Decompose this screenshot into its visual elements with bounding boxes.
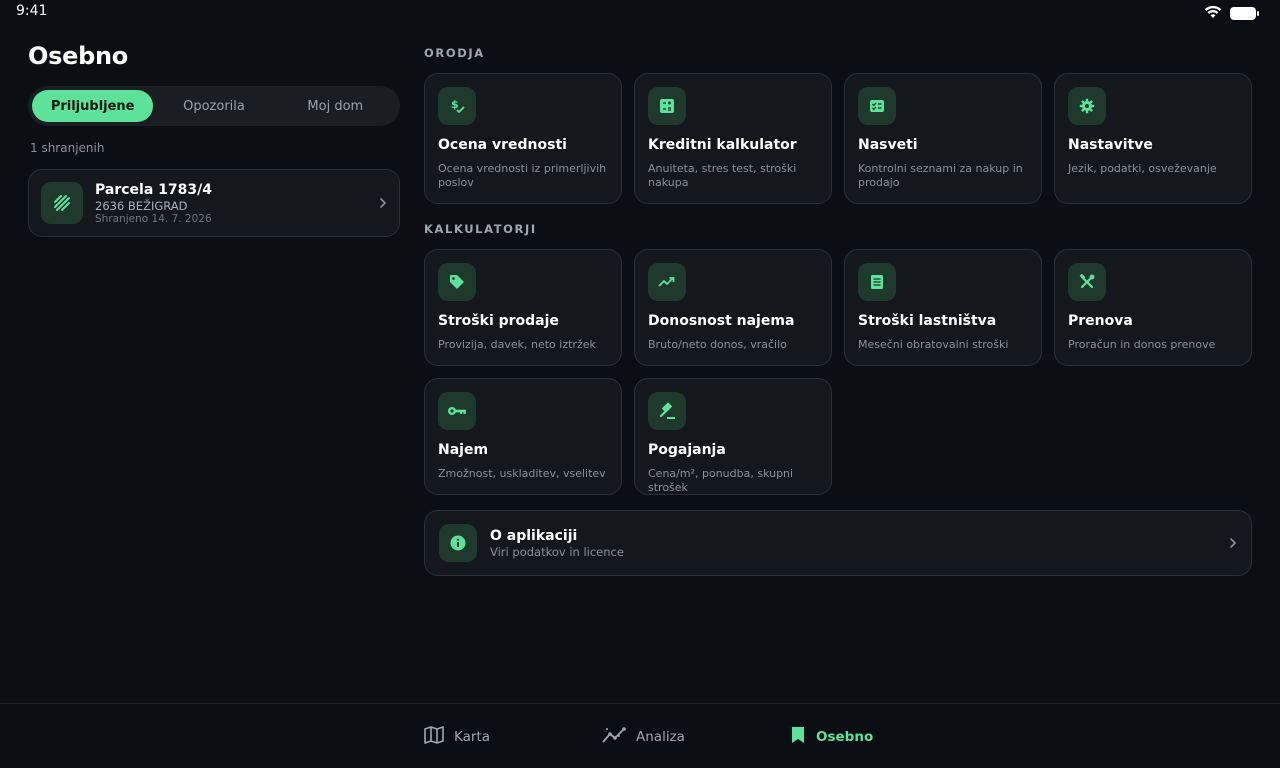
segmented-control: Priljubljene Opozorila Moj dom — [28, 86, 400, 126]
card-title: Donosnost najema — [648, 313, 795, 329]
card-title: Stroški lastništva — [858, 313, 997, 329]
calc-card-stroski-lastnistva[interactable]: Stroški lastništva Mesečni obratovalni s… — [844, 249, 1042, 366]
card-desc: Provizija, davek, neto iztržek — [438, 338, 596, 351]
saved-item[interactable]: Parcela 1783/4 2636 BEŽIGRAD Shranjeno 1… — [28, 169, 400, 237]
card-desc: Jezik, podatki, osveževanje — [1068, 162, 1217, 175]
tag-icon — [438, 263, 476, 301]
card-desc: Ocena vrednosti iz primerljivih poslov — [438, 162, 607, 189]
status-bar: 9:41 — [0, 0, 1280, 24]
calc-card-najem[interactable]: Najem Zmožnost, uskladitev, vselitev — [424, 378, 622, 495]
about-text: O aplikaciji Viri podatkov in licence — [490, 528, 1229, 559]
section-label-tools: ORODJA — [424, 46, 485, 60]
tool-card-kreditni-kalkulator[interactable]: Kreditni kalkulator Anuiteta, stres test… — [634, 73, 832, 204]
card-desc: Mesečni obratovalni stroški — [858, 338, 1009, 351]
section-label-calculators: KALKULATORJI — [424, 222, 537, 236]
saved-item-subtitle: 2636 BEŽIGRAD — [95, 198, 188, 213]
about-subtitle: Viri podatkov in licence — [490, 544, 624, 559]
nav-analiza[interactable]: Analiza — [602, 726, 685, 748]
bookmark-icon — [790, 726, 806, 748]
calc-card-pogajanja[interactable]: Pogajanja Cena/m², ponudba, skupni stroš… — [634, 378, 832, 495]
about-title: O aplikaciji — [490, 527, 578, 544]
card-title: Najem — [438, 442, 489, 458]
wifi-icon — [1204, 4, 1222, 23]
nav-label: Osebno — [816, 729, 874, 745]
analytics-icon — [602, 726, 626, 748]
gavel-icon — [648, 392, 686, 430]
tab-priljubljene[interactable]: Priljubljene — [32, 90, 154, 122]
nav-label: Analiza — [636, 729, 685, 745]
chevron-right-icon — [1229, 534, 1237, 553]
card-desc: Zmožnost, uskladitev, vselitev — [438, 467, 606, 480]
status-time: 9:41 — [16, 3, 48, 19]
page-title: Osebno — [28, 42, 128, 70]
bottom-nav: Karta Analiza Osebno — [0, 703, 1280, 768]
card-title: Kreditni kalkulator — [648, 137, 797, 153]
saved-count: 1 shranjenih — [30, 141, 105, 155]
nav-osebno[interactable]: Osebno — [790, 726, 873, 748]
card-title: Prenova — [1068, 313, 1133, 329]
info-icon — [439, 524, 477, 562]
map-icon — [424, 726, 444, 748]
card-title: Pogajanja — [648, 442, 726, 458]
svg-text:$: $ — [451, 98, 459, 111]
tool-card-nasveti[interactable]: Nasveti Kontrolni seznami za nakup in pr… — [844, 73, 1042, 204]
calc-card-prenova[interactable]: Prenova Proračun in donos prenove — [1054, 249, 1252, 366]
receipt-icon — [858, 263, 896, 301]
card-desc: Bruto/neto donos, vračilo — [648, 338, 787, 351]
calculators-grid: Stroški prodaje Provizija, davek, neto i… — [424, 249, 1252, 495]
calculator-icon — [648, 87, 686, 125]
card-title: Nasveti — [858, 137, 918, 153]
card-desc: Cena/m², ponudba, skupni strošek — [648, 467, 794, 494]
card-desc: Kontrolni seznami za nakup in prodajo — [858, 162, 1023, 189]
nav-label: Karta — [454, 729, 491, 745]
battery-icon — [1230, 7, 1259, 20]
trend-up-icon — [648, 263, 686, 301]
nav-karta[interactable]: Karta — [424, 726, 490, 748]
saved-item-text: Parcela 1783/4 2636 BEŽIGRAD Shranjeno 1… — [95, 182, 379, 225]
chevron-right-icon — [379, 194, 387, 213]
calc-card-donosnost-najema[interactable]: Donosnost najema Bruto/neto donos, vrači… — [634, 249, 832, 366]
card-desc: Proračun in donos prenove — [1068, 338, 1216, 351]
card-desc: Anuiteta, stres test, stroški nakupa — [648, 162, 797, 189]
card-title: Ocena vrednosti — [438, 137, 567, 153]
checklist-icon — [858, 87, 896, 125]
key-icon — [438, 392, 476, 430]
card-title: Nastavitve — [1068, 137, 1153, 153]
about-row[interactable]: O aplikaciji Viri podatkov in licence — [424, 510, 1252, 576]
saved-item-date: Shranjeno 14. 7. 2026 — [95, 212, 212, 225]
card-title: Stroški prodaje — [438, 313, 559, 329]
price-check-icon: $ — [438, 87, 476, 125]
tool-card-nastavitve[interactable]: Nastavitve Jezik, podatki, osveževanje — [1054, 73, 1252, 204]
tools-icon — [1068, 263, 1106, 301]
tools-grid: $ Ocena vrednosti Ocena vrednosti iz pri… — [424, 73, 1252, 204]
tab-opozorila[interactable]: Opozorila — [153, 90, 274, 122]
status-icons — [1204, 4, 1259, 23]
saved-item-title: Parcela 1783/4 — [95, 181, 212, 198]
parcel-icon — [41, 182, 83, 224]
calc-card-stroski-prodaje[interactable]: Stroški prodaje Provizija, davek, neto i… — [424, 249, 622, 366]
gear-icon — [1068, 87, 1106, 125]
tab-moj-dom[interactable]: Moj dom — [275, 90, 396, 122]
tool-card-ocena-vrednosti[interactable]: $ Ocena vrednosti Ocena vrednosti iz pri… — [424, 73, 622, 204]
